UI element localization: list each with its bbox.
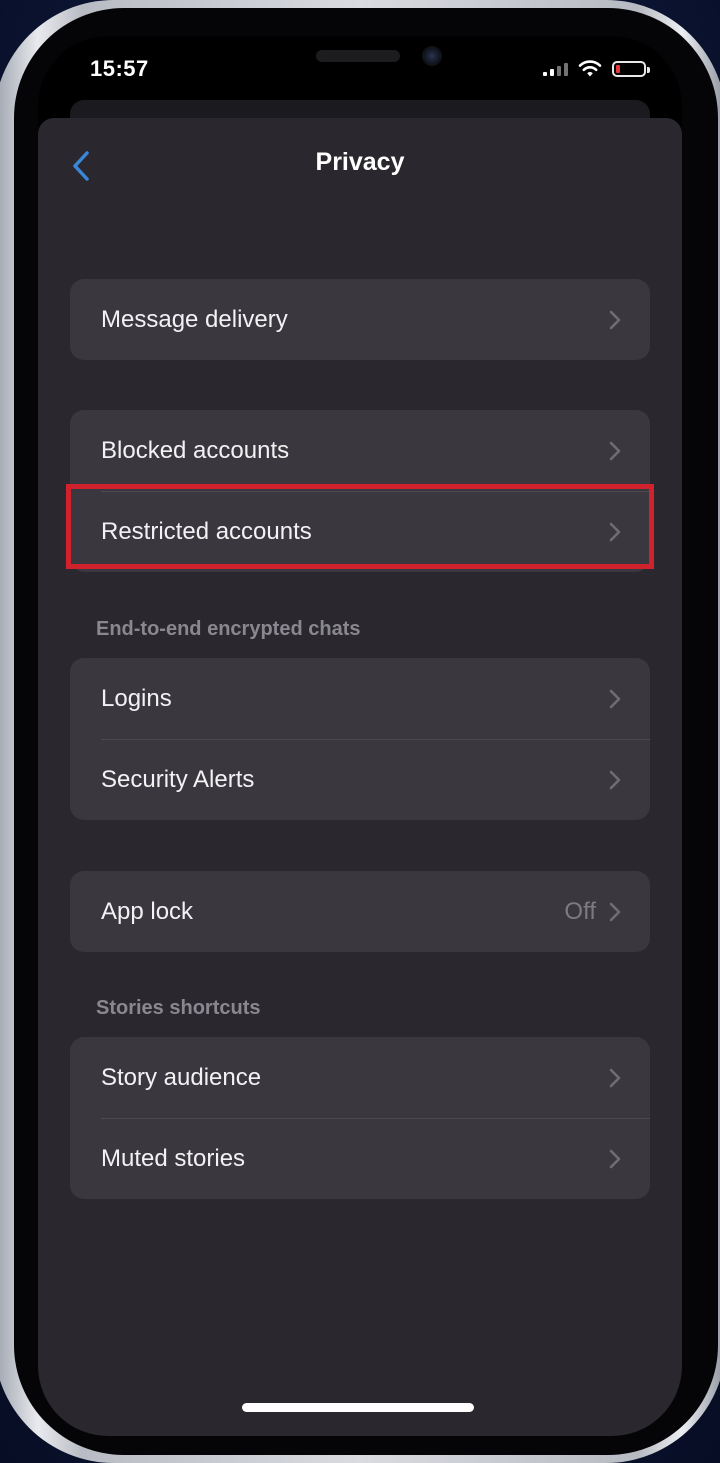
accounts-group: Blocked accounts Restricted accounts <box>70 410 650 572</box>
privacy-sheet: Privacy Message delivery Blocked account… <box>38 118 682 1436</box>
message-group: Message delivery <box>70 279 650 360</box>
wifi-icon <box>578 60 602 77</box>
chevron-right-icon <box>608 1066 622 1090</box>
front-camera <box>422 46 442 66</box>
page-title: Privacy <box>315 148 405 176</box>
status-time: 15:57 <box>90 56 149 81</box>
notch <box>181 36 539 94</box>
chevron-right-icon <box>608 1147 622 1171</box>
earpiece-speaker <box>316 50 400 62</box>
battery-low-icon <box>612 61 650 77</box>
row-label: App lock <box>101 897 194 925</box>
security-alerts-row[interactable]: Security Alerts <box>70 739 650 820</box>
home-indicator[interactable] <box>242 1403 474 1412</box>
applock-group: App lock Off <box>70 871 650 952</box>
section-header-stories: Stories shortcuts <box>96 997 261 1019</box>
row-label: Story audience <box>101 1063 262 1091</box>
row-label: Restricted accounts <box>101 517 312 545</box>
phone-screen: 15:57 Privacy Message delivery Blocked a… <box>38 36 682 1436</box>
background-scene: 15:57 Privacy Message delivery Blocked a… <box>0 0 720 1463</box>
row-label: Blocked accounts <box>101 436 290 464</box>
row-label: Security Alerts <box>101 765 255 793</box>
status-icons <box>543 60 650 78</box>
chevron-right-icon <box>608 520 622 544</box>
e2ee-group: Logins Security Alerts <box>70 658 650 820</box>
row-label: Muted stories <box>101 1144 246 1172</box>
chevron-right-icon <box>608 900 622 924</box>
chevron-right-icon <box>608 308 622 332</box>
story-audience-row[interactable]: Story audience <box>70 1037 650 1118</box>
logins-row[interactable]: Logins <box>70 658 650 739</box>
stories-group: Story audience Muted stories <box>70 1037 650 1199</box>
row-label: Message delivery <box>101 305 288 333</box>
app-lock-row[interactable]: App lock Off <box>70 871 650 952</box>
blocked-accounts-row[interactable]: Blocked accounts <box>70 410 650 491</box>
app-lock-value: Off <box>564 897 596 925</box>
chevron-right-icon <box>608 768 622 792</box>
muted-stories-row[interactable]: Muted stories <box>70 1118 650 1199</box>
message-delivery-row[interactable]: Message delivery <box>70 279 650 360</box>
chevron-right-icon <box>608 687 622 711</box>
row-label: Logins <box>101 684 172 712</box>
chevron-right-icon <box>608 439 622 463</box>
section-header-e2ee: End-to-end encrypted chats <box>96 618 361 640</box>
restricted-accounts-row[interactable]: Restricted accounts <box>70 491 650 572</box>
cellular-signal-icon <box>543 62 568 76</box>
